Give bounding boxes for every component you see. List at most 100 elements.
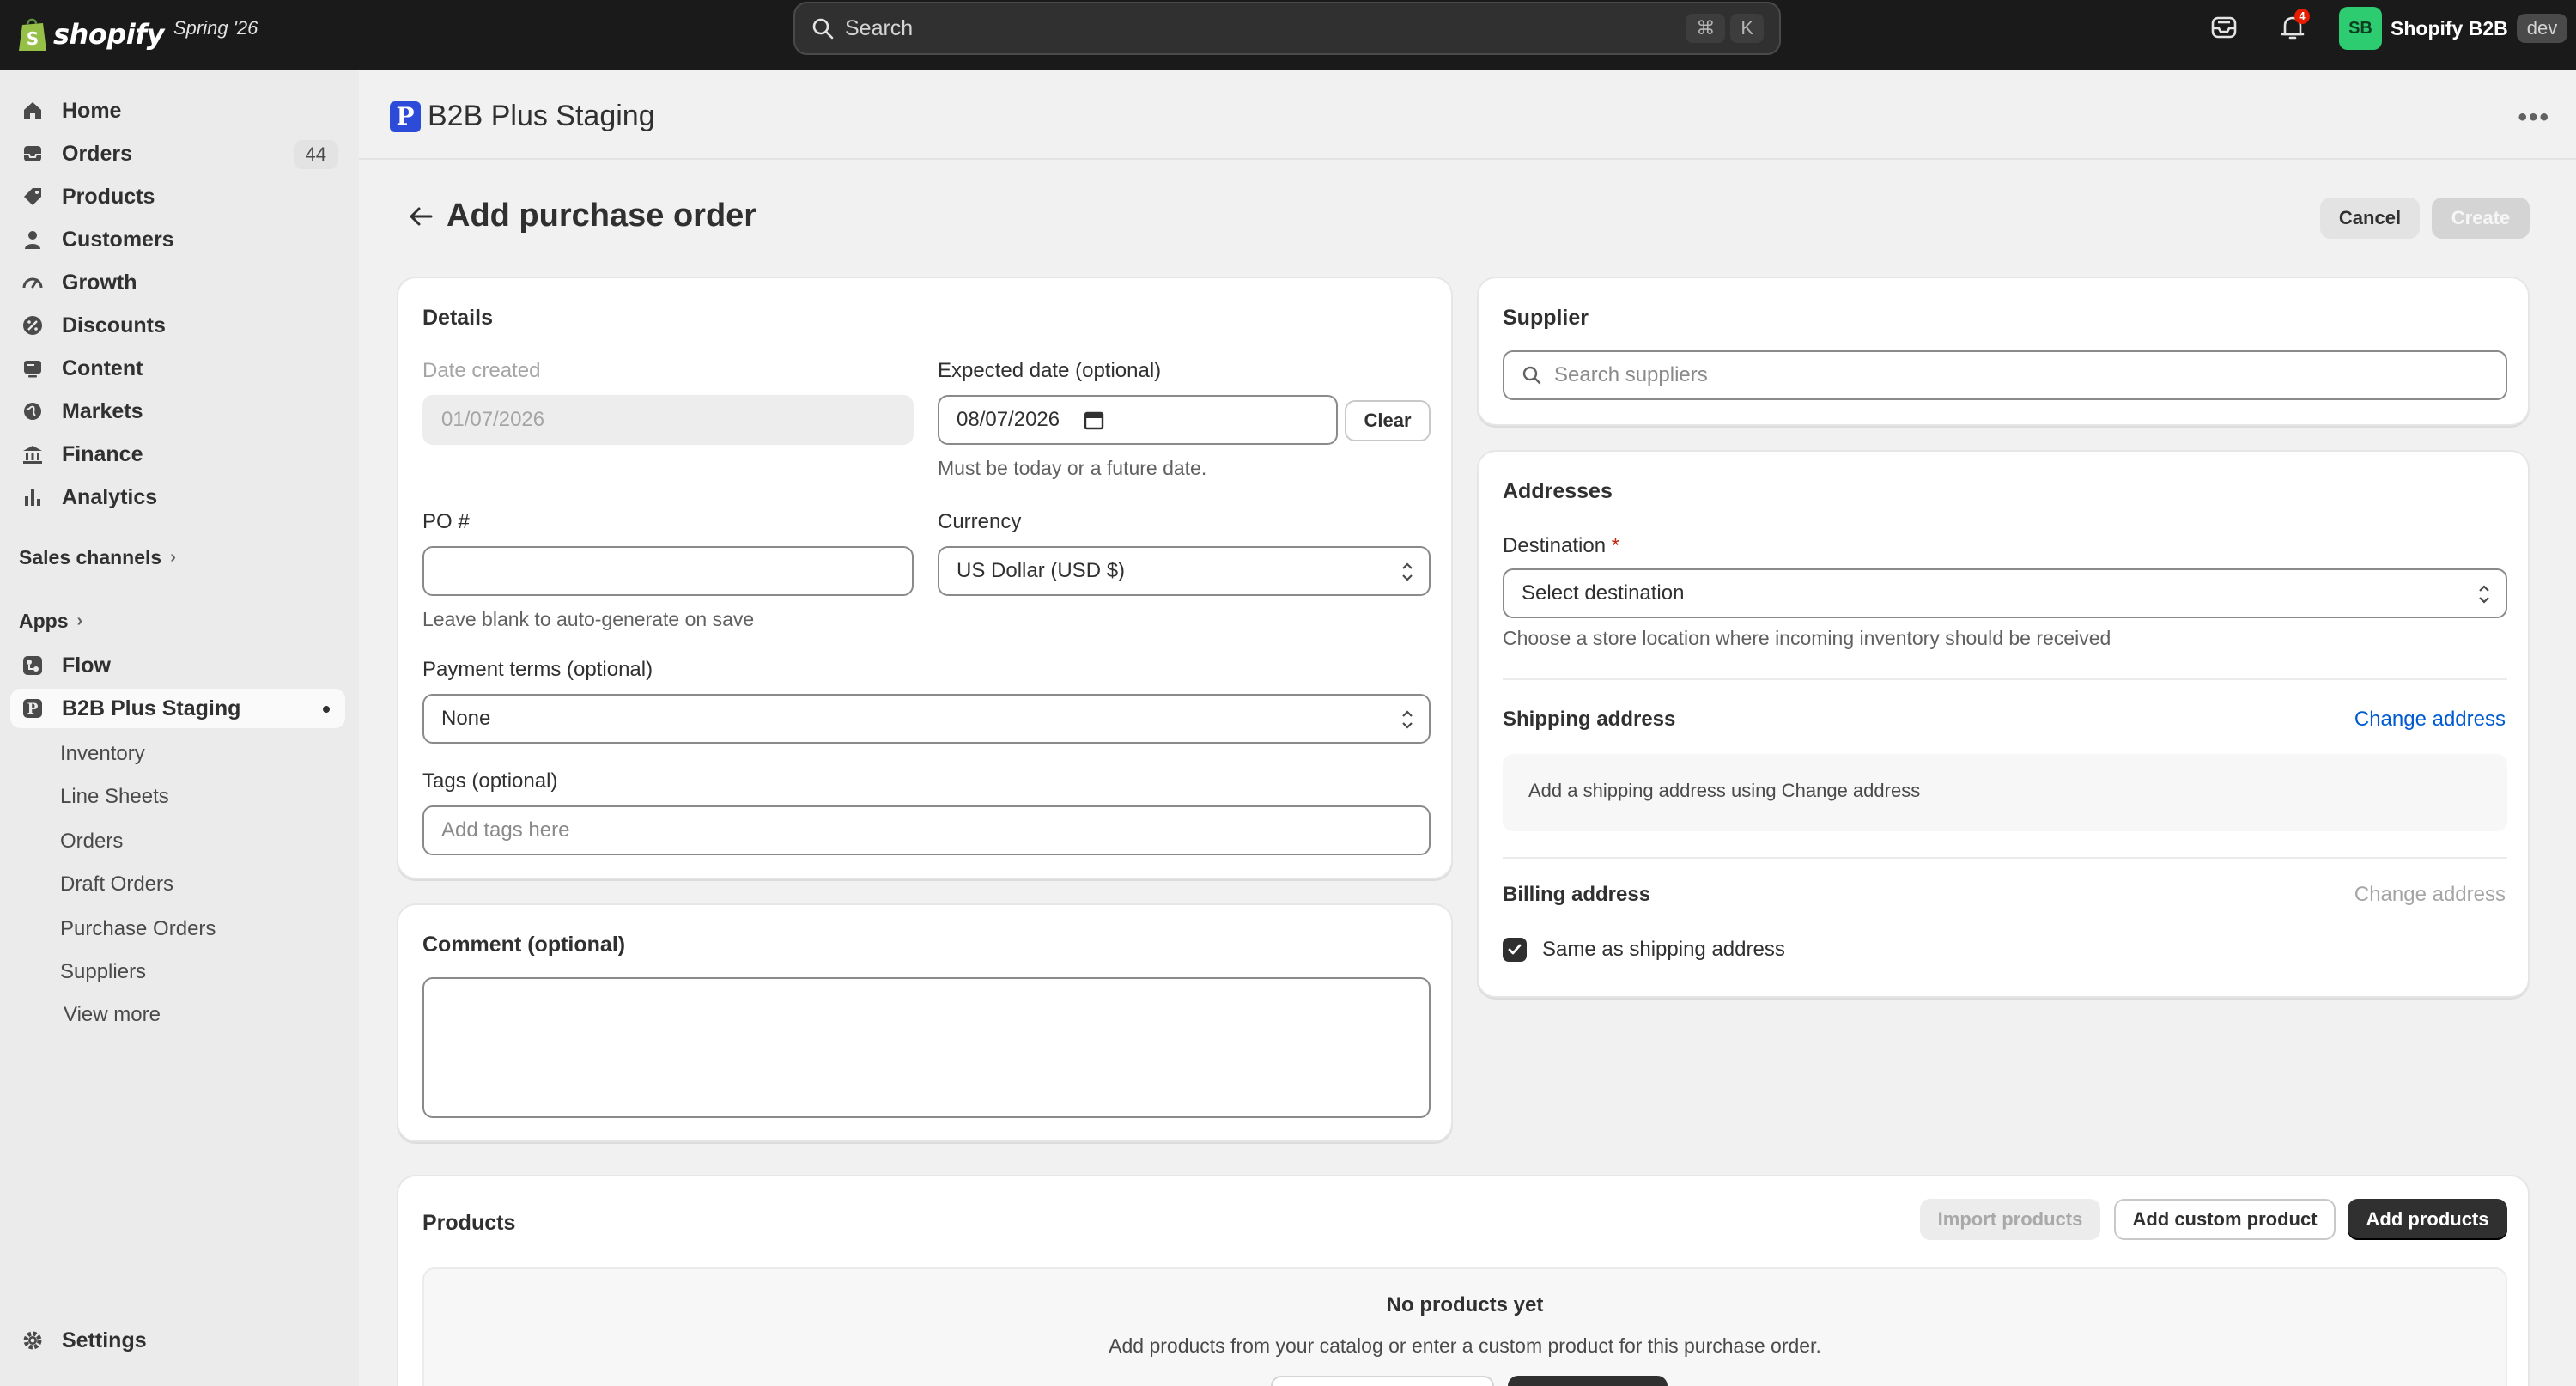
sidebar-item-finance[interactable]: Finance: [10, 435, 345, 474]
sidebar-item-orders[interactable]: Orders 44: [10, 134, 345, 173]
account-menu[interactable]: SB Shopify B2B dev: [2339, 7, 2568, 50]
global-search-bar[interactable]: Search ⌘ K: [793, 2, 1781, 55]
tag-icon: [21, 185, 45, 209]
change-shipping-address-link[interactable]: Change address: [2354, 708, 2506, 732]
payment-terms-value: None: [441, 707, 491, 730]
app-header: P B2B Plus Staging •••: [359, 70, 2576, 160]
content-icon: [21, 356, 45, 380]
shortcut-cmd-key: ⌘: [1686, 14, 1726, 43]
expected-date-input[interactable]: 08/07/2026: [938, 395, 1338, 445]
inbox-tray-icon[interactable]: [2208, 12, 2239, 43]
page-title: Add purchase order: [447, 198, 757, 234]
app-p-icon: P: [21, 696, 45, 720]
sidebar-subitem-line-sheets[interactable]: Line Sheets: [60, 785, 169, 809]
empty-state-text: Add products from your catalog or enter …: [1109, 1334, 1821, 1357]
tags-placeholder: Add tags here: [441, 818, 570, 842]
account-name: Shopify B2B: [2391, 16, 2508, 40]
sidebar-item-markets[interactable]: Markets: [10, 392, 345, 431]
sidebar-item-analytics[interactable]: Analytics: [10, 477, 345, 517]
empty-state-primary-button[interactable]: [1508, 1376, 1668, 1386]
gauge-icon: [21, 271, 45, 295]
change-billing-address-link[interactable]: Change address: [2354, 883, 2506, 907]
payment-terms-select[interactable]: None: [422, 694, 1431, 744]
inbox-icon: [21, 142, 45, 166]
sidebar-subitem-suppliers[interactable]: Suppliers: [60, 960, 146, 984]
sidebar-item-growth[interactable]: Growth: [10, 263, 345, 302]
home-icon: [21, 99, 45, 123]
sidebar-subitem-orders[interactable]: Orders: [60, 830, 123, 854]
supplier-card: Supplier Search suppliers: [1477, 277, 2530, 426]
sidebar-item-discounts[interactable]: Discounts: [10, 306, 345, 345]
shipping-address-title: Shipping address: [1503, 708, 1676, 731]
back-arrow-icon[interactable]: [405, 201, 436, 232]
details-card: Details Date created 01/07/2026 Expected…: [397, 277, 1453, 879]
expected-date-value: 08/07/2026: [957, 408, 1060, 431]
chevron-right-icon: ›: [170, 548, 176, 567]
sidebar-item-label: Discounts: [62, 313, 166, 337]
comment-textarea[interactable]: [422, 977, 1431, 1118]
sidebar: Home Orders 44 Products Customers Growth…: [0, 70, 359, 1386]
sales-channels-section[interactable]: Sales channels ›: [19, 546, 176, 569]
section-label: Apps: [19, 610, 69, 632]
edition-label[interactable]: Spring '26: [173, 17, 258, 40]
products-title: Products: [422, 1211, 516, 1235]
sidebar-item-settings[interactable]: Settings: [10, 1321, 345, 1360]
svg-text:S: S: [27, 28, 39, 49]
sidebar-view-more[interactable]: View more: [64, 1003, 161, 1027]
add-products-button[interactable]: Add products: [2348, 1199, 2507, 1240]
sidebar-item-customers[interactable]: Customers: [10, 220, 345, 259]
sidebar-item-flow[interactable]: Flow: [10, 646, 345, 685]
add-custom-product-button[interactable]: Add custom product: [2114, 1199, 2336, 1240]
empty-state-title: No products yet: [1386, 1293, 1544, 1316]
sidebar-item-label: Customers: [62, 227, 174, 252]
top-bar: S shopify Spring '26 Search ⌘ K 4 SB Sho…: [0, 0, 2576, 70]
import-products-button[interactable]: Import products: [1920, 1199, 2100, 1240]
currency-select[interactable]: US Dollar (USD $): [938, 546, 1431, 596]
sidebar-item-products[interactable]: Products: [10, 177, 345, 216]
destination-value: Select destination: [1522, 581, 1685, 605]
currency-value: US Dollar (USD $): [957, 559, 1126, 582]
calendar-icon[interactable]: [1084, 410, 1104, 430]
active-indicator-dot: [323, 706, 330, 713]
apps-section[interactable]: Apps ›: [19, 610, 82, 633]
payment-terms-label: Payment terms (optional): [422, 658, 653, 681]
create-button[interactable]: Create: [2432, 198, 2530, 239]
brand-wordmark: shopify: [53, 18, 164, 51]
more-actions-icon[interactable]: •••: [2518, 103, 2550, 132]
tags-input[interactable]: Add tags here: [422, 805, 1431, 855]
destination-label: Destination *: [1503, 534, 1619, 558]
gear-icon: [21, 1328, 45, 1353]
clear-date-button[interactable]: Clear: [1345, 400, 1431, 441]
sidebar-item-label: Analytics: [62, 484, 158, 509]
empty-state-secondary-button[interactable]: [1271, 1376, 1494, 1386]
same-as-shipping-label[interactable]: Same as shipping address: [1542, 938, 1785, 962]
supplier-search-input[interactable]: Search suppliers: [1503, 350, 2507, 400]
products-empty-state: No products yet Add products from your c…: [422, 1267, 2507, 1386]
sidebar-item-content[interactable]: Content: [10, 349, 345, 388]
expected-date-help: Must be today or a future date.: [938, 457, 1207, 479]
sidebar-item-label: Content: [62, 356, 143, 380]
shopify-logo[interactable]: S shopify: [17, 10, 164, 58]
sidebar-item-label: Products: [62, 184, 155, 209]
sidebar-item-label: Finance: [62, 441, 143, 466]
sidebar-subitem-purchase-orders[interactable]: Purchase Orders: [60, 917, 216, 941]
divider: [1503, 857, 2507, 859]
cancel-button[interactable]: Cancel: [2320, 198, 2420, 239]
destination-label-text: Destination: [1503, 534, 1607, 557]
sidebar-subitem-draft-orders[interactable]: Draft Orders: [60, 872, 173, 897]
svg-text:P: P: [27, 701, 39, 718]
divider: [1503, 678, 2507, 680]
destination-select[interactable]: Select destination: [1503, 568, 2507, 618]
expected-date-label: Expected date (optional): [938, 359, 1162, 382]
sidebar-item-b2b-plus-staging[interactable]: P B2B Plus Staging: [10, 689, 345, 728]
po-number-input[interactable]: [422, 546, 914, 596]
sidebar-subitem-inventory[interactable]: Inventory: [60, 742, 145, 766]
addresses-title: Addresses: [1503, 479, 1613, 503]
sidebar-item-label: B2B Plus Staging: [62, 696, 241, 720]
sidebar-item-home[interactable]: Home: [10, 91, 345, 131]
same-as-shipping-checkbox[interactable]: [1503, 938, 1527, 962]
sidebar-item-label: Home: [62, 98, 122, 123]
products-card: Products Import products Add custom prod…: [397, 1175, 2530, 1386]
comment-card: Comment (optional): [397, 903, 1453, 1142]
globe-icon: [21, 399, 45, 423]
